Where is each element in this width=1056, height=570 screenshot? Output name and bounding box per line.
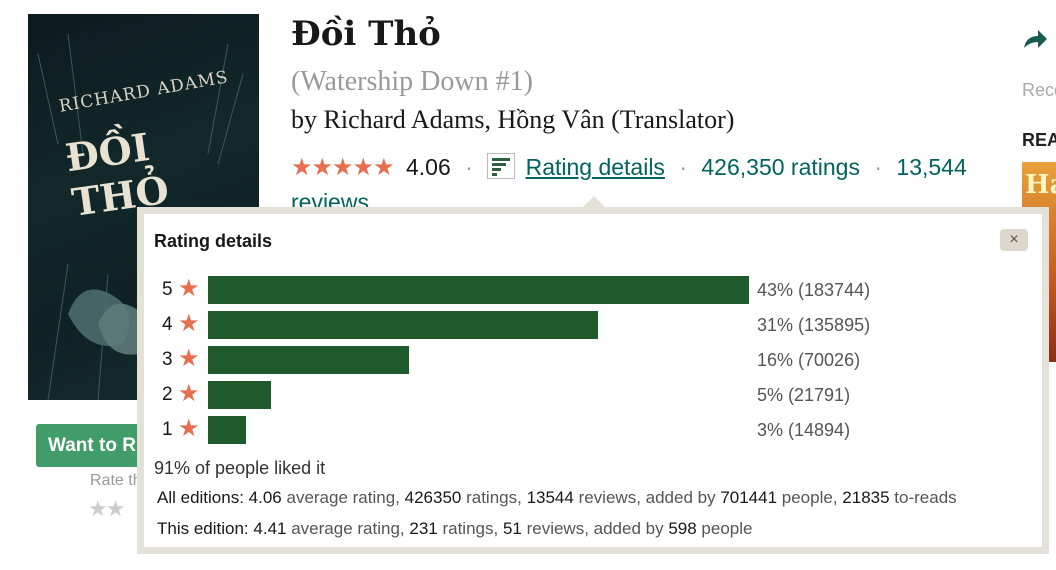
text: average rating, (286, 519, 410, 538)
text: reviews, added by (521, 519, 669, 538)
this-edition-ratings: 231 (409, 519, 438, 538)
rating-percent-label: 31% (135895) (757, 315, 871, 335)
rating-percent-label: 43% (183744) (757, 280, 871, 300)
rating-bar (208, 416, 246, 444)
text: reviews, added by (573, 488, 721, 507)
rating-bar (208, 381, 271, 409)
separator: · (679, 154, 687, 180)
average-rating: 4.06 (405, 154, 451, 180)
by-label: by (291, 105, 317, 134)
rating-details-popup: Rating details × 5 ★ 43% (183744) 4 ★ 31% (13… (137, 207, 1049, 554)
this-edition-people: 598 (668, 519, 697, 538)
rating-row-1: 1 ★ 3% (14894) (144, 415, 1044, 444)
rating-row-4: 4 ★ 31% (135895) (144, 310, 1044, 339)
text: ratings, (437, 519, 503, 538)
text: to-reads (889, 488, 957, 507)
star-count-label: 2 (162, 384, 173, 405)
rating-details-label: Rating details (525, 154, 665, 180)
star-icon: ★ (178, 345, 200, 372)
recommend-text: Reco (1022, 80, 1056, 100)
all-editions-toreads: 21835 (842, 488, 890, 507)
all-editions-ratings: 426350 (404, 488, 462, 507)
all-editions-avg: 4.06 (248, 488, 282, 507)
rating-bar (208, 276, 749, 304)
liked-text: of people liked it (190, 458, 326, 478)
rating-details-link[interactable]: Rating details (487, 153, 671, 180)
bar-chart-icon (487, 153, 516, 179)
rate-stars-icon[interactable]: ★★ (88, 496, 125, 522)
reviews-count-link[interactable]: 13,544 (896, 154, 966, 180)
all-editions-label: All editions: (157, 488, 244, 507)
this-edition-reviews: 51 (502, 519, 522, 538)
all-editions-reviews: 13544 (526, 488, 574, 507)
this-edition-avg: 4.41 (253, 519, 287, 538)
rating-bar (208, 346, 409, 374)
star-icon: ★ (178, 275, 200, 302)
star-count-label: 5 (162, 279, 173, 300)
separator: · (874, 154, 883, 180)
rating-percent-label: 3% (14894) (757, 420, 851, 440)
readers-heading: REA (1022, 130, 1056, 150)
text: people, (777, 488, 843, 507)
text: ratings, (461, 488, 527, 507)
text: average rating, (281, 488, 405, 507)
rating-percent-label: 5% (21791) (757, 385, 851, 405)
series-link[interactable]: (Watership Down #1) (291, 66, 533, 98)
close-icon[interactable]: × (1000, 229, 1028, 251)
all-editions-people: 701441 (720, 488, 778, 507)
rating-row-3: 3 ★ 16% (70026) (144, 345, 1044, 374)
liked-percent: 91% (154, 458, 191, 478)
rate-this-label: Rate th (90, 472, 142, 489)
rating-row-2: 2 ★ 5% (21791) (144, 380, 1044, 409)
star-icon: ★ (178, 415, 200, 442)
rating-percent-label: 16% (70026) (757, 350, 861, 370)
popup-title: Rating details (154, 231, 273, 251)
ratings-count-link[interactable]: 426,350 ratings (701, 154, 860, 180)
star-icon: ★ (178, 380, 200, 407)
author-links[interactable]: Richard Adams, Hồng Vân (Translator) (324, 105, 735, 134)
star-count-label: 3 (162, 349, 173, 370)
author-line: by Richard Adams, Hồng Vân (Translator) (291, 105, 734, 135)
separator: · (465, 154, 473, 180)
text: people (696, 519, 753, 538)
liked-summary: 91% of people liked it (154, 458, 325, 479)
rating-row-5: 5 ★ 43% (183744) (144, 275, 1044, 304)
thumbnail-letters: Ha (1025, 170, 1056, 200)
average-stars-icon: ★★★★★ (291, 154, 395, 181)
star-count-label: 1 (162, 419, 173, 440)
all-editions-line: All editions: 4.06 average rating, 42635… (157, 488, 957, 508)
share-arrow-icon[interactable] (1022, 28, 1048, 50)
star-count-label: 4 (162, 314, 173, 335)
book-title: Đồi Thỏ (291, 14, 441, 54)
rating-bar (208, 311, 598, 339)
this-edition-line: This edition: 4.41 average rating, 231 r… (157, 519, 752, 539)
star-icon: ★ (178, 310, 200, 337)
this-edition-label: This edition: (157, 519, 249, 538)
